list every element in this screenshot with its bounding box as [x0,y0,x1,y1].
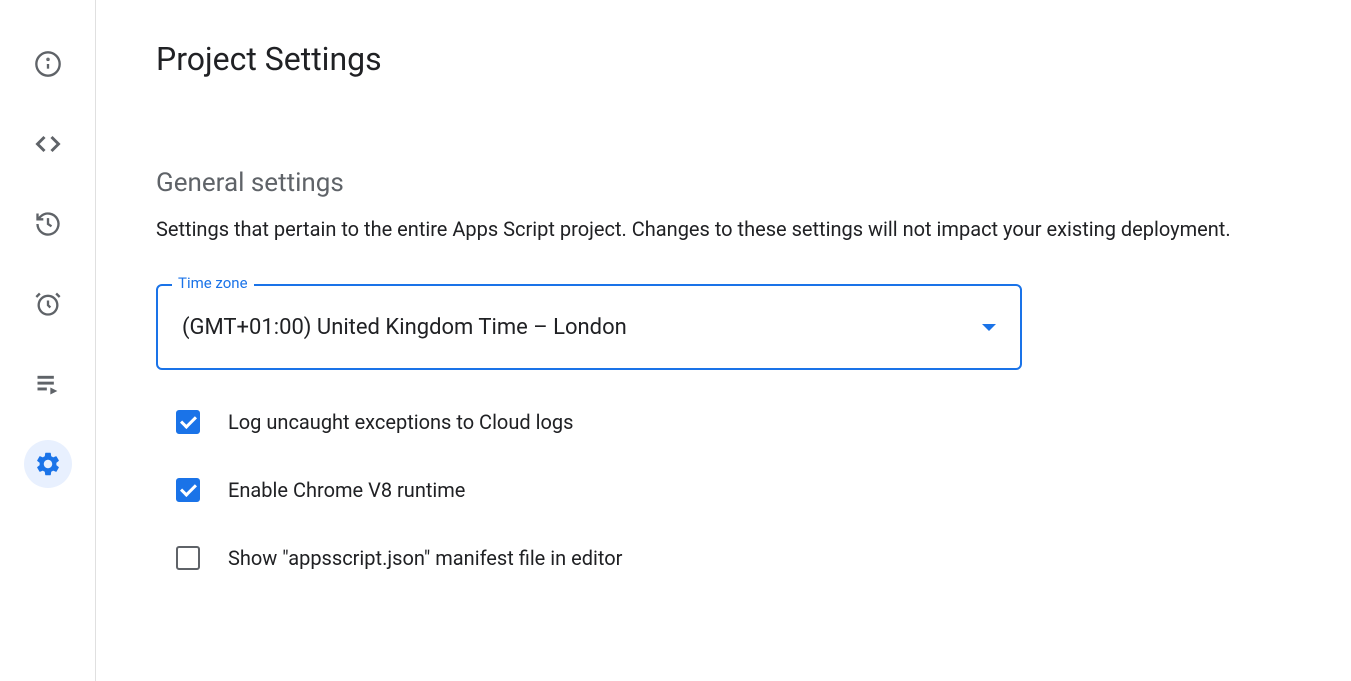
sidebar-item-executions[interactable] [24,200,72,248]
sidebar-item-settings[interactable] [24,440,72,488]
show-manifest-label: Show "appsscript.json" manifest file in … [228,546,622,570]
timezone-select[interactable]: (GMT+01:00) United Kingdom Time – London [156,284,1022,370]
sidebar-item-editor[interactable] [24,120,72,168]
page-title: Project Settings [156,40,1291,78]
general-settings-title: General settings [156,168,1291,198]
show-manifest-checkbox[interactable] [176,546,200,570]
sidebar [0,0,96,681]
v8-runtime-label: Enable Chrome V8 runtime [228,478,465,502]
gear-icon [34,450,62,478]
sidebar-item-overview[interactable] [24,40,72,88]
v8-runtime-checkbox[interactable] [176,478,200,502]
timezone-select-wrapper: Time zone (GMT+01:00) United Kingdom Tim… [156,284,1022,370]
chevron-down-icon [982,324,996,331]
log-exceptions-label: Log uncaught exceptions to Cloud logs [228,410,573,434]
main-content: Project Settings General settings Settin… [96,0,1351,681]
code-icon [34,130,62,158]
general-settings-description: Settings that pertain to the entire Apps… [156,214,1286,244]
checkbox-row-v8-runtime: Enable Chrome V8 runtime [156,478,1291,502]
log-exceptions-checkbox[interactable] [176,410,200,434]
timezone-value: (GMT+01:00) United Kingdom Time – London [182,315,627,340]
checkbox-row-show-manifest: Show "appsscript.json" manifest file in … [156,546,1291,570]
checkbox-row-log-exceptions: Log uncaught exceptions to Cloud logs [156,410,1291,434]
history-icon [34,210,62,238]
timezone-label: Time zone [172,274,254,292]
sidebar-item-triggers[interactable] [24,280,72,328]
sidebar-item-execution-log[interactable] [24,360,72,408]
alarm-icon [34,290,62,318]
playlist-play-icon [34,370,62,398]
info-icon [34,50,62,78]
